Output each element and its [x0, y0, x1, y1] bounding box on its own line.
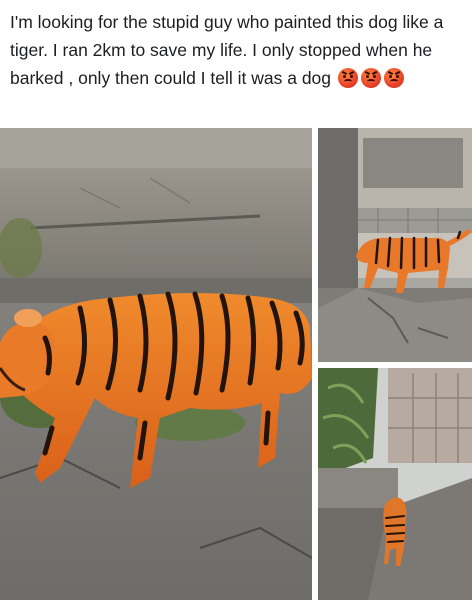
photo-main[interactable]	[0, 128, 312, 600]
photo-top-right[interactable]	[318, 128, 472, 362]
emoji-row	[337, 65, 407, 93]
tiger-dog-photo-lane	[318, 368, 472, 600]
angry-face-icon	[360, 68, 381, 89]
photo-bottom-right[interactable]	[318, 368, 472, 600]
post-text-block: I'm looking for the stupid guy who paint…	[10, 8, 462, 93]
tiger-dog-photo-wall	[318, 128, 472, 362]
photo-grid	[0, 128, 472, 600]
angry-face-icon	[383, 68, 404, 89]
tiger-dog-photo-main	[0, 128, 312, 600]
angry-face-icon	[337, 68, 358, 89]
